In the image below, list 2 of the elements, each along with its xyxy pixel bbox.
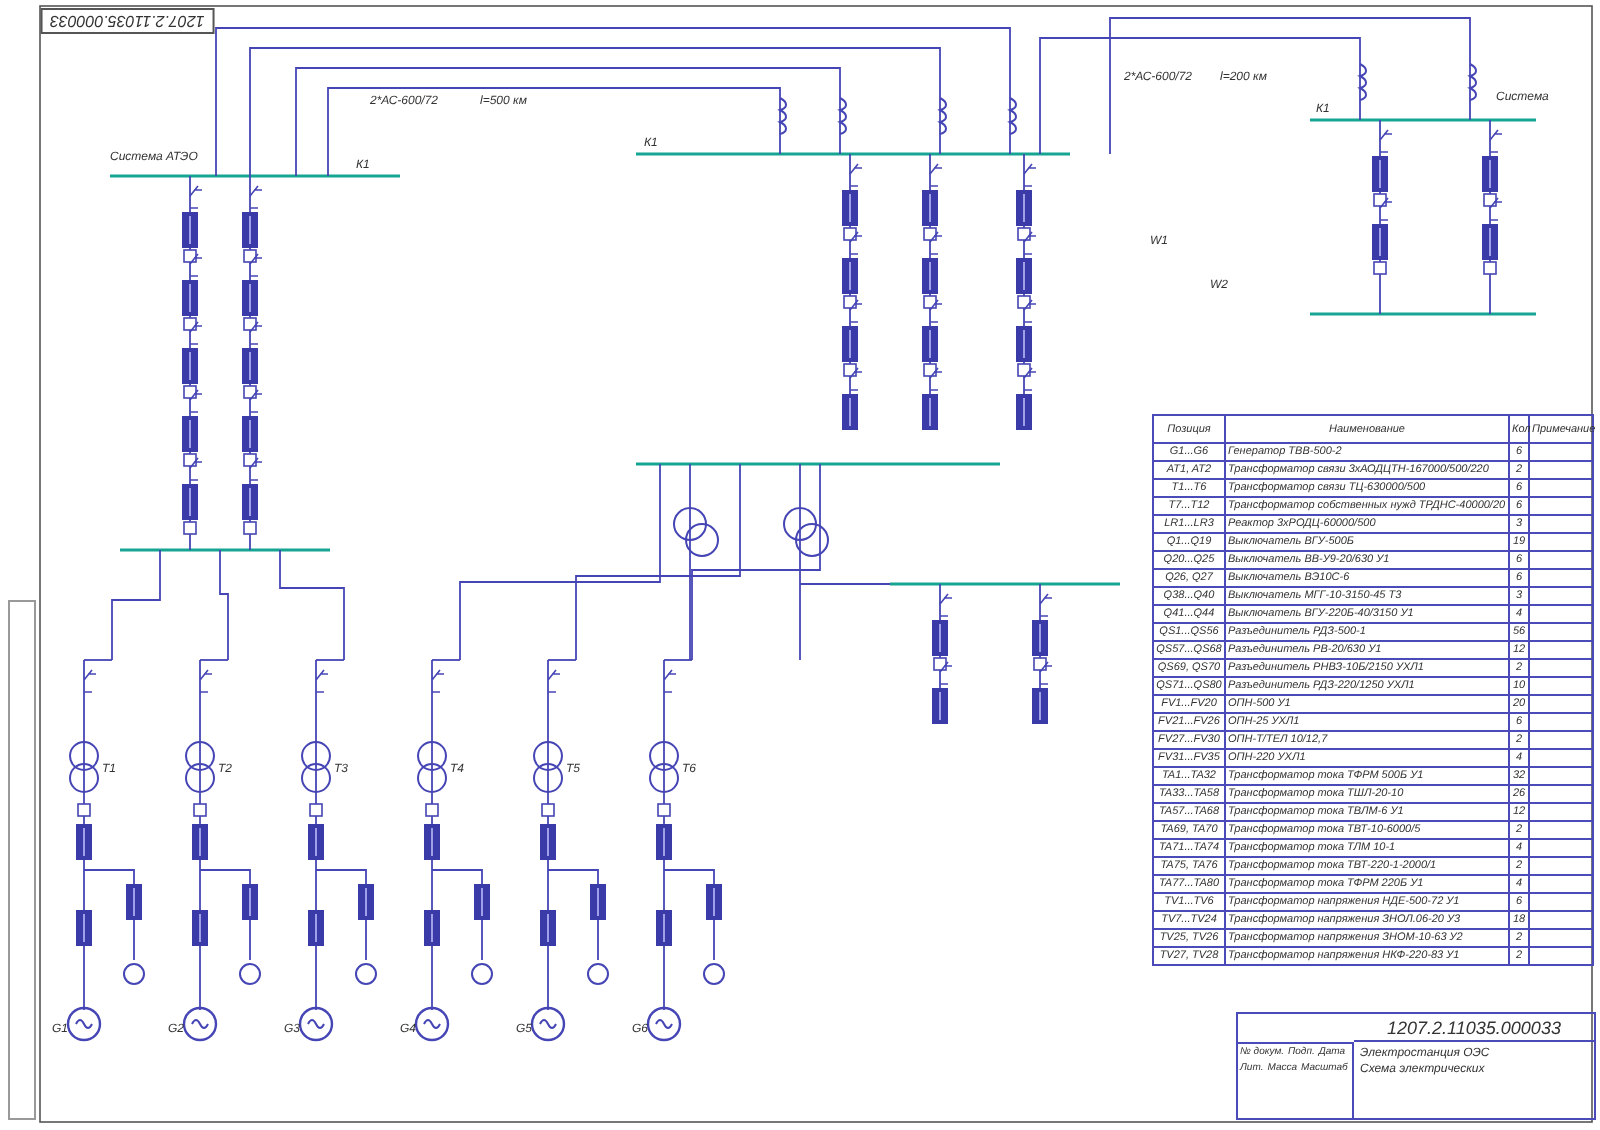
drawing-number: 1207.2.11035.000033 xyxy=(40,8,215,34)
designation-text: 1207.2.11035.000033 xyxy=(1354,1014,1594,1042)
